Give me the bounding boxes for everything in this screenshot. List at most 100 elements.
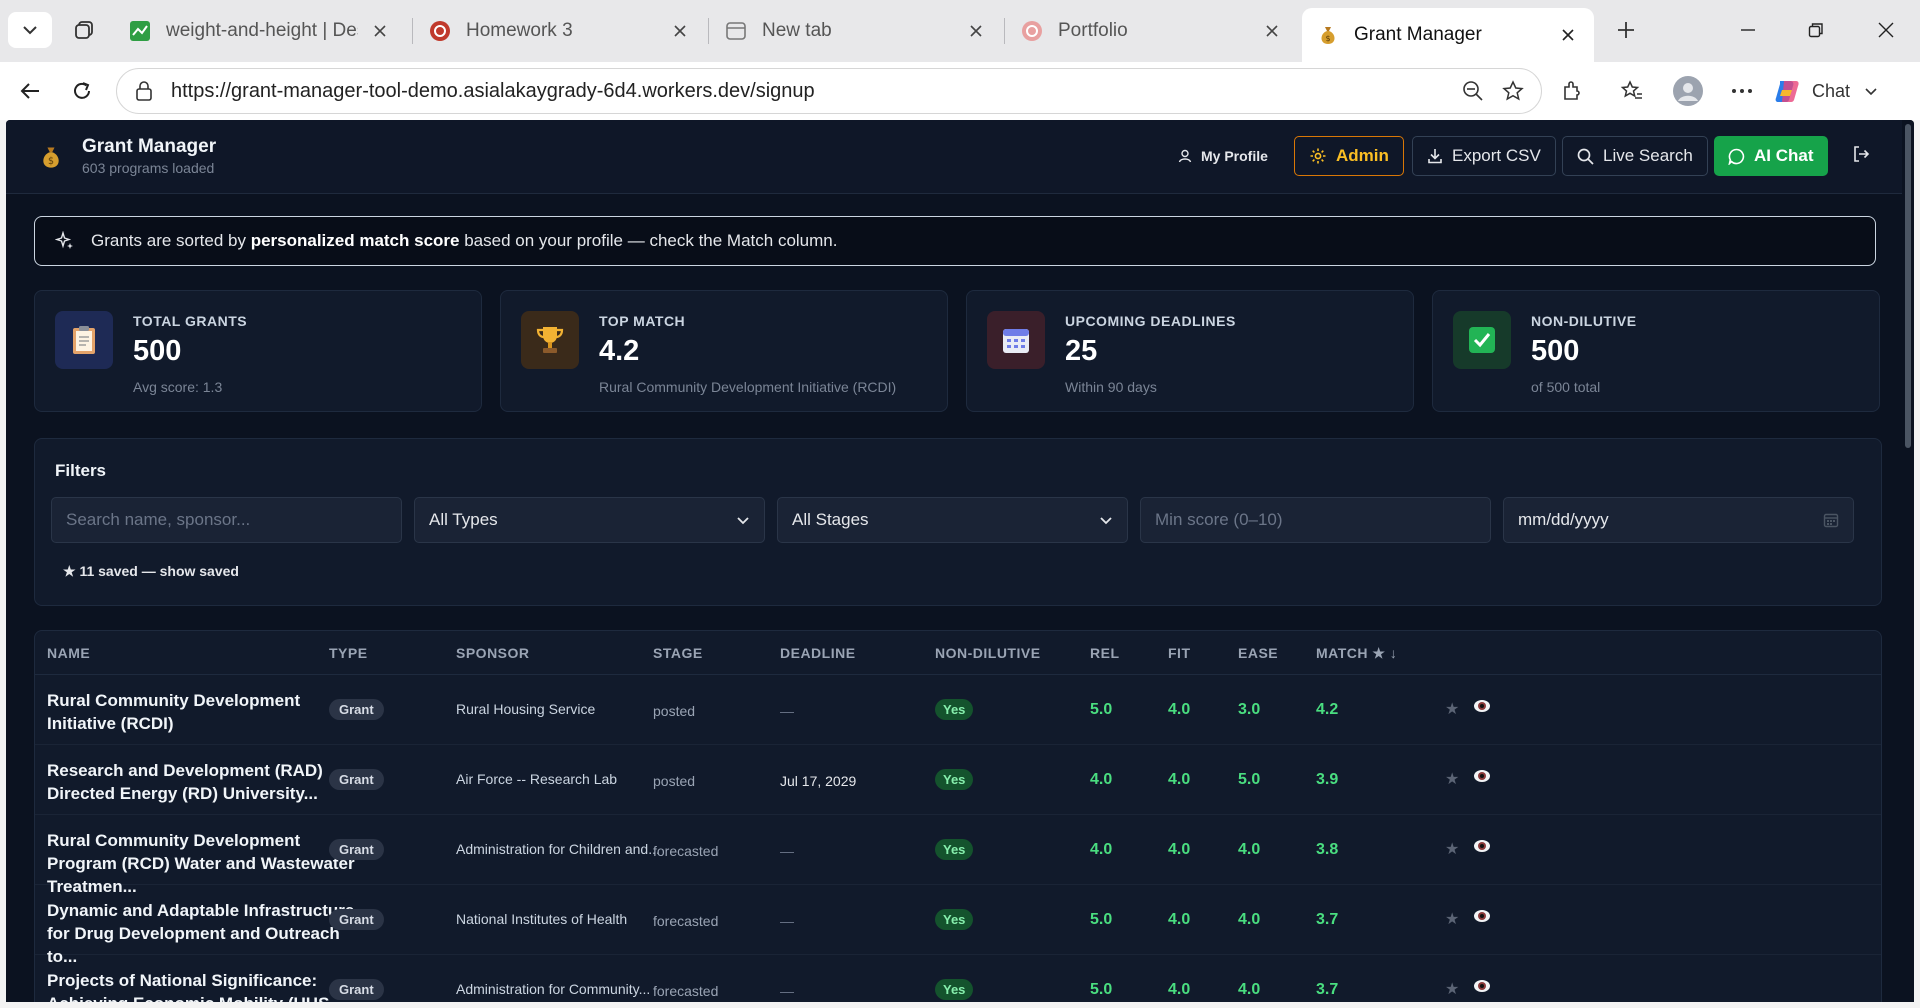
url-field[interactable]: https://grant-manager-tool-demo.asialaka… bbox=[116, 68, 1542, 114]
tab-desmos[interactable]: weight-and-height | Desmos bbox=[114, 8, 406, 54]
rel-score: 5.0 bbox=[1090, 981, 1113, 998]
my-profile-button[interactable]: My Profile bbox=[1164, 136, 1282, 176]
view-eye-icon[interactable] bbox=[1473, 769, 1491, 786]
save-star-icon[interactable]: ★ bbox=[1445, 909, 1459, 929]
non-dilutive-badge: Yes bbox=[935, 769, 974, 790]
match-score: 4.2 bbox=[1316, 701, 1339, 718]
view-eye-icon[interactable] bbox=[1473, 699, 1491, 716]
close-icon[interactable] bbox=[368, 19, 392, 43]
page-scrollbar[interactable] bbox=[1902, 120, 1914, 1002]
save-star-icon[interactable]: ★ bbox=[1445, 699, 1459, 719]
back-arrow-icon bbox=[20, 83, 39, 99]
minimize-button[interactable] bbox=[1720, 8, 1776, 52]
close-icon[interactable] bbox=[1260, 19, 1284, 43]
tab-portfolio[interactable]: Portfolio bbox=[1006, 8, 1298, 54]
min-score-input[interactable]: Min score (0–10) bbox=[1140, 497, 1491, 543]
back-button[interactable] bbox=[10, 71, 50, 111]
ai-chat-label: AI Chat bbox=[1754, 146, 1814, 165]
match-score: 3.9 bbox=[1316, 771, 1339, 788]
type-select[interactable]: All Types bbox=[414, 497, 765, 543]
search-input[interactable]: Search name, sponsor... bbox=[51, 497, 402, 543]
ai-chat-button[interactable]: AI Chat bbox=[1714, 136, 1828, 176]
view-eye-icon[interactable] bbox=[1473, 979, 1491, 996]
column-header-ease[interactable]: EASE bbox=[1238, 645, 1278, 661]
stat-label: NON-DILUTIVE bbox=[1531, 313, 1637, 329]
column-header-name[interactable]: NAME bbox=[47, 645, 90, 661]
deadline-cell: — bbox=[780, 703, 794, 719]
puzzle-icon bbox=[1564, 81, 1580, 100]
column-header-deadline[interactable]: DEADLINE bbox=[780, 645, 856, 661]
calendar-picker-icon[interactable] bbox=[1823, 512, 1839, 528]
profile-avatar-button[interactable] bbox=[1668, 71, 1708, 111]
table-row[interactable]: Projects of National Significance: Achie… bbox=[35, 955, 1881, 1002]
filters-panel: Filters Search name, sponsor... All Type… bbox=[34, 438, 1882, 606]
stage-select[interactable]: All Stages bbox=[777, 497, 1128, 543]
stat-label: UPCOMING DEADLINES bbox=[1065, 313, 1236, 329]
app-viewport: $ Grant Manager 603 programs loaded My P… bbox=[6, 120, 1914, 1002]
table-row[interactable]: Rural Community Development Program (RCD… bbox=[35, 815, 1881, 896]
grant-name-link[interactable]: Projects of National Significance: Achie… bbox=[47, 969, 367, 1002]
stage-cell: posted bbox=[653, 773, 696, 789]
save-star-icon[interactable]: ★ bbox=[1445, 769, 1459, 789]
reload-button[interactable] bbox=[62, 71, 102, 111]
newtab-icon bbox=[724, 19, 748, 43]
close-window-button[interactable] bbox=[1858, 8, 1914, 52]
column-header-match[interactable]: MATCH ★ ↓ bbox=[1316, 645, 1397, 662]
deadline-cell: — bbox=[780, 843, 794, 859]
close-icon[interactable] bbox=[1556, 23, 1580, 47]
table-row[interactable]: Rural Community Development Initiative (… bbox=[35, 675, 1881, 745]
extensions-button[interactable] bbox=[1552, 71, 1592, 111]
more-dots-icon bbox=[1732, 89, 1752, 93]
trophy-icon bbox=[521, 311, 579, 369]
table-row[interactable]: Dynamic and Adaptable Infrastructure for… bbox=[35, 885, 1881, 966]
app-header: $ Grant Manager 603 programs loaded My P… bbox=[6, 120, 1902, 194]
ease-score: 5.0 bbox=[1238, 771, 1261, 788]
stage-cell: forecasted bbox=[653, 843, 719, 859]
favorites-button[interactable] bbox=[1612, 71, 1652, 111]
money-bag-icon: $ bbox=[36, 142, 66, 172]
scrollbar-thumb[interactable] bbox=[1905, 124, 1911, 448]
column-header-stage[interactable]: STAGE bbox=[653, 645, 703, 661]
workspaces-button[interactable] bbox=[64, 12, 104, 48]
close-icon[interactable] bbox=[964, 19, 988, 43]
zoom-out-icon[interactable] bbox=[1453, 71, 1493, 111]
save-star-icon[interactable]: ★ bbox=[1445, 839, 1459, 859]
show-saved-link[interactable]: ★ 11 saved — show saved bbox=[63, 563, 239, 580]
column-header-fit[interactable]: FIT bbox=[1168, 645, 1191, 661]
save-star-icon[interactable]: ★ bbox=[1445, 979, 1459, 999]
column-header-type[interactable]: TYPE bbox=[329, 645, 368, 661]
tab-homework[interactable]: Homework 3 bbox=[414, 8, 706, 54]
browser-tab-bar: weight-and-height | Desmos Homework 3 Ne… bbox=[0, 0, 1920, 62]
column-header-sponsor[interactable]: SPONSOR bbox=[456, 645, 530, 661]
plus-icon bbox=[1618, 22, 1634, 38]
type-badge: Grant bbox=[329, 699, 384, 720]
tab-grant-manager[interactable]: $ Grant Manager bbox=[1302, 8, 1594, 62]
new-tab-button[interactable] bbox=[1606, 12, 1646, 48]
workspaces-icon bbox=[75, 21, 93, 39]
stat-card-non-dilutive: NON-DILUTIVE 500 of 500 total bbox=[1432, 290, 1880, 412]
ease-score: 4.0 bbox=[1238, 981, 1261, 998]
logout-button[interactable] bbox=[1844, 136, 1878, 176]
stage-cell: forecasted bbox=[653, 983, 719, 999]
column-header-non-dilutive[interactable]: NON-DILUTIVE bbox=[935, 645, 1041, 661]
view-eye-icon[interactable] bbox=[1473, 839, 1491, 856]
stat-subtext: Within 90 days bbox=[1065, 379, 1157, 395]
live-search-button[interactable]: Live Search bbox=[1562, 136, 1708, 176]
deadline-date-input[interactable]: mm/dd/yyyy bbox=[1503, 497, 1854, 543]
admin-button[interactable]: Admin bbox=[1294, 136, 1404, 176]
tab-list-button[interactable] bbox=[8, 12, 52, 48]
table-row[interactable]: Research and Development (RAD) Directed … bbox=[35, 745, 1881, 815]
export-csv-button[interactable]: Export CSV bbox=[1412, 136, 1556, 176]
export-csv-label: Export CSV bbox=[1452, 146, 1541, 165]
grant-name-link[interactable]: Rural Community Development Initiative (… bbox=[47, 689, 367, 735]
grant-name-link[interactable]: Research and Development (RAD) Directed … bbox=[47, 759, 367, 805]
column-header-rel[interactable]: REL bbox=[1090, 645, 1120, 661]
favorite-star-icon[interactable] bbox=[1493, 71, 1533, 111]
restore-button[interactable] bbox=[1788, 8, 1844, 52]
close-icon[interactable] bbox=[668, 19, 692, 43]
view-eye-icon[interactable] bbox=[1473, 909, 1491, 926]
copilot-chat-button[interactable]: Chat bbox=[1772, 70, 1906, 112]
tab-label: weight-and-height | Desmos bbox=[166, 20, 358, 41]
tab-new-tab[interactable]: New tab bbox=[710, 8, 1002, 54]
more-options-button[interactable] bbox=[1722, 71, 1762, 111]
